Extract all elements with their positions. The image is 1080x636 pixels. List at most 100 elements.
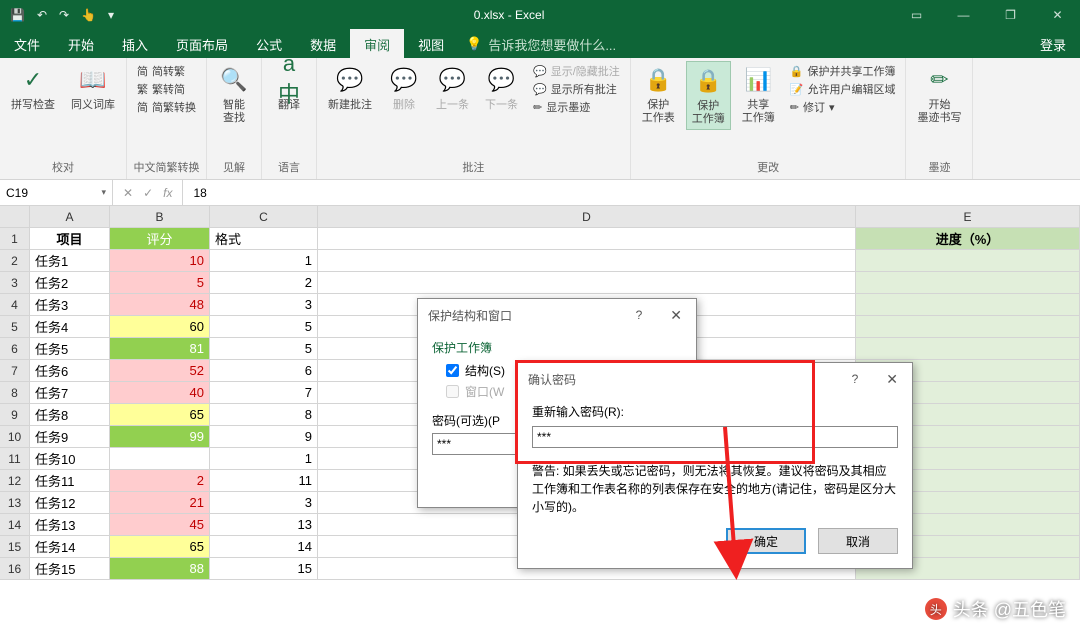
protect-sheet-button[interactable]: 🔒保护 工作表 bbox=[637, 61, 680, 128]
cell[interactable]: 10 bbox=[110, 250, 210, 272]
cell[interactable]: 8 bbox=[210, 404, 318, 426]
fx-icon[interactable]: fx bbox=[163, 186, 172, 200]
row-header[interactable]: 12 bbox=[0, 470, 30, 492]
close-icon[interactable]: ✕ bbox=[1035, 0, 1080, 30]
next-comment-button[interactable]: 💬下一条 bbox=[480, 61, 523, 115]
cell[interactable]: 52 bbox=[110, 360, 210, 382]
row-header[interactable]: 5 bbox=[0, 316, 30, 338]
row-header[interactable]: 16 bbox=[0, 558, 30, 580]
translate-button[interactable]: a中翻译 bbox=[268, 61, 310, 115]
trad-to-simp-button[interactable]: 繁繁转简 bbox=[137, 81, 196, 97]
tab-insert[interactable]: 插入 bbox=[108, 29, 162, 60]
cell[interactable]: 45 bbox=[110, 514, 210, 536]
cell[interactable]: 65 bbox=[110, 404, 210, 426]
protect-share-button[interactable]: 🔒保护并共享工作簿 bbox=[790, 63, 896, 79]
cell[interactable]: 40 bbox=[110, 382, 210, 404]
formula-input[interactable]: 18 bbox=[183, 186, 216, 200]
cell[interactable]: 3 bbox=[210, 294, 318, 316]
cell[interactable]: 7 bbox=[210, 382, 318, 404]
cell[interactable]: 任务6 bbox=[30, 360, 110, 382]
redo-icon[interactable]: ↷ bbox=[59, 8, 69, 22]
tab-file[interactable]: 文件 bbox=[0, 29, 54, 60]
new-comment-button[interactable]: 💬新建批注 bbox=[323, 61, 377, 115]
row-header[interactable]: 8 bbox=[0, 382, 30, 404]
convert-button[interactable]: 简简繁转换 bbox=[137, 99, 196, 115]
cell[interactable]: 21 bbox=[110, 492, 210, 514]
showhide-comment-button[interactable]: 💬显示/隐藏批注 bbox=[533, 63, 620, 79]
cell[interactable]: 48 bbox=[110, 294, 210, 316]
minimize-icon[interactable]: — bbox=[941, 0, 986, 30]
cell[interactable]: 任务15 bbox=[30, 558, 110, 580]
showall-comments-button[interactable]: 💬显示所有批注 bbox=[533, 81, 620, 97]
tab-layout[interactable]: 页面布局 bbox=[162, 29, 242, 60]
prev-comment-button[interactable]: 💬上一条 bbox=[431, 61, 474, 115]
tab-view[interactable]: 视图 bbox=[404, 29, 458, 60]
row-header[interactable]: 4 bbox=[0, 294, 30, 316]
cell[interactable] bbox=[856, 316, 1080, 338]
help-icon[interactable]: ? bbox=[844, 372, 867, 386]
cell[interactable]: 任务12 bbox=[30, 492, 110, 514]
track-changes-button[interactable]: ✏修订 ▾ bbox=[790, 99, 896, 115]
cell[interactable]: 6 bbox=[210, 360, 318, 382]
row-header[interactable]: 2 bbox=[0, 250, 30, 272]
cell[interactable]: 14 bbox=[210, 536, 318, 558]
close-icon[interactable]: ✕ bbox=[666, 307, 686, 324]
cell[interactable]: 15 bbox=[210, 558, 318, 580]
cell[interactable]: 进度（%） bbox=[856, 228, 1080, 250]
row-header[interactable]: 11 bbox=[0, 448, 30, 470]
cell[interactable]: 任务3 bbox=[30, 294, 110, 316]
cell[interactable]: 项目 bbox=[30, 228, 110, 250]
maximize-icon[interactable]: ❐ bbox=[988, 0, 1033, 30]
cell[interactable]: 任务9 bbox=[30, 426, 110, 448]
thesaurus-button[interactable]: 📖同义词库 bbox=[66, 61, 120, 115]
smart-lookup-button[interactable]: 🔍智能 查找 bbox=[213, 61, 255, 128]
col-header-C[interactable]: C bbox=[210, 206, 318, 228]
cell[interactable]: 99 bbox=[110, 426, 210, 448]
cell[interactable]: 评分 bbox=[110, 228, 210, 250]
col-header-E[interactable]: E bbox=[856, 206, 1080, 228]
row-header[interactable]: 15 bbox=[0, 536, 30, 558]
simp-to-trad-button[interactable]: 简简转繁 bbox=[137, 63, 196, 79]
login-link[interactable]: 登录 bbox=[1026, 35, 1080, 54]
cell[interactable]: 3 bbox=[210, 492, 318, 514]
cell[interactable]: 任务10 bbox=[30, 448, 110, 470]
col-header-A[interactable]: A bbox=[30, 206, 110, 228]
ok-button[interactable]: 确定 bbox=[726, 528, 806, 554]
confirm-password-input[interactable] bbox=[532, 426, 898, 448]
cell[interactable]: 任务4 bbox=[30, 316, 110, 338]
cell[interactable]: 任务1 bbox=[30, 250, 110, 272]
protect-workbook-button[interactable]: 🔒保护 工作簿 bbox=[686, 61, 731, 130]
name-box[interactable]: C19 bbox=[0, 180, 113, 205]
row-header[interactable]: 3 bbox=[0, 272, 30, 294]
row-header[interactable]: 13 bbox=[0, 492, 30, 514]
start-ink-button[interactable]: ✏开始 墨迹书写 bbox=[912, 61, 966, 128]
cell[interactable]: 1 bbox=[210, 250, 318, 272]
row-header[interactable]: 14 bbox=[0, 514, 30, 536]
col-header-D[interactable]: D bbox=[318, 206, 856, 228]
cell[interactable] bbox=[856, 272, 1080, 294]
show-ink-button[interactable]: ✏显示墨迹 bbox=[533, 99, 620, 115]
cell[interactable]: 任务2 bbox=[30, 272, 110, 294]
row-header[interactable]: 1 bbox=[0, 228, 30, 250]
cell[interactable]: 任务11 bbox=[30, 470, 110, 492]
cell[interactable]: 9 bbox=[210, 426, 318, 448]
cell[interactable]: 13 bbox=[210, 514, 318, 536]
cell[interactable] bbox=[318, 228, 856, 250]
cell[interactable]: 格式 bbox=[210, 228, 318, 250]
undo-icon[interactable]: ↶ bbox=[37, 8, 47, 22]
cell[interactable]: 1 bbox=[210, 448, 318, 470]
cell[interactable]: 任务5 bbox=[30, 338, 110, 360]
cell[interactable]: 5 bbox=[110, 272, 210, 294]
qat-dropdown-icon[interactable]: ▾ bbox=[108, 8, 114, 22]
tab-review[interactable]: 审阅 bbox=[350, 29, 404, 60]
cell[interactable]: 任务14 bbox=[30, 536, 110, 558]
cell[interactable]: 81 bbox=[110, 338, 210, 360]
cell[interactable] bbox=[318, 250, 856, 272]
tab-home[interactable]: 开始 bbox=[54, 29, 108, 60]
allow-edit-button[interactable]: 📝允许用户编辑区域 bbox=[790, 81, 896, 97]
cell[interactable] bbox=[856, 294, 1080, 316]
cell[interactable] bbox=[856, 250, 1080, 272]
col-header-B[interactable]: B bbox=[110, 206, 210, 228]
cell[interactable]: 2 bbox=[210, 272, 318, 294]
spellcheck-button[interactable]: ✓拼写检查 bbox=[6, 61, 60, 115]
